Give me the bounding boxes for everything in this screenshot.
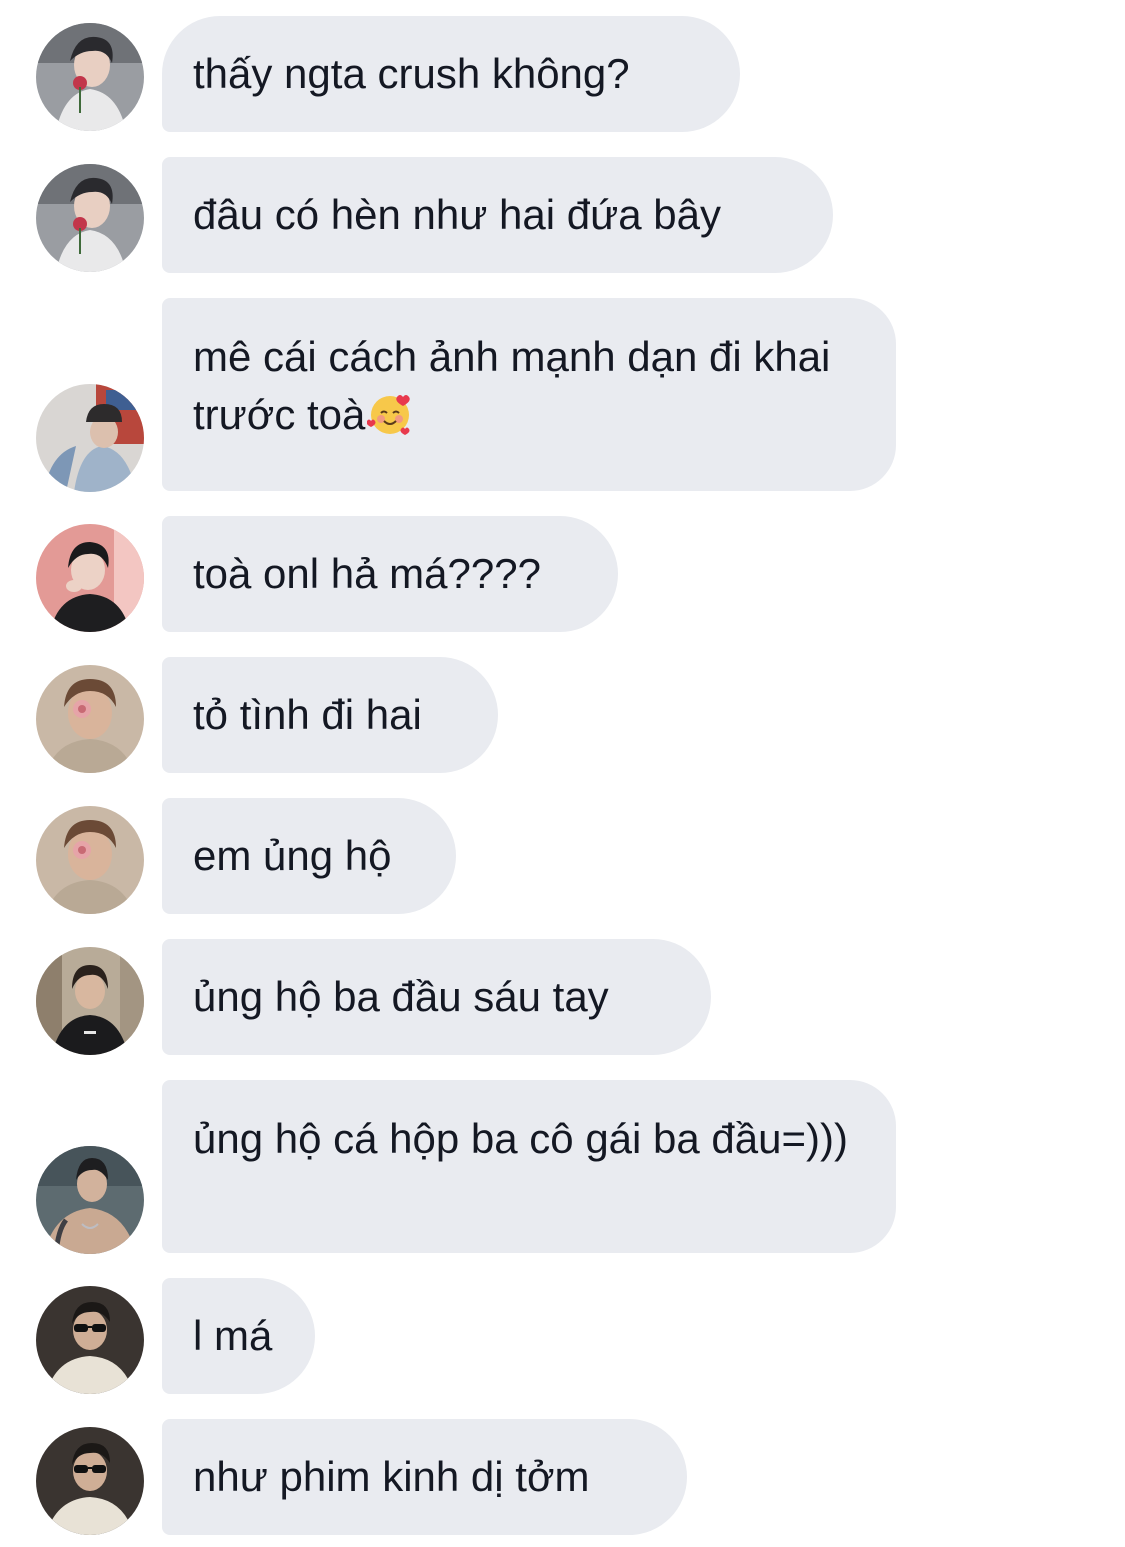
message-text: mê cái cách ảnh mạnh dạn đi khai trước t… — [193, 333, 831, 438]
message-text: đâu có hèn như hai đứa bây — [193, 191, 721, 238]
avatar-boy-flower-face-icon[interactable] — [36, 806, 144, 914]
avatar-boy-sunglasses-icon[interactable] — [36, 1286, 144, 1394]
avatar-boy-rose-icon[interactable] — [36, 164, 144, 272]
message-bubble[interactable]: tỏ tình đi hai — [162, 657, 498, 773]
avatar-boy-tattoo-icon[interactable] — [36, 1146, 144, 1254]
message-text: thấy ngta crush không? — [193, 50, 630, 97]
message-bubble[interactable]: mê cái cách ảnh mạnh dạn đi khai trước t… — [162, 298, 896, 491]
message-text: toà onl hả má???? — [193, 550, 541, 597]
avatar-boy-cap-icon[interactable] — [36, 384, 144, 492]
avatar-boy-rose-icon[interactable] — [36, 23, 144, 131]
smiling-face-with-hearts-icon — [367, 395, 411, 435]
chat-thread: thấy ngta crush không? đâu có hèn như ha… — [0, 0, 1125, 1547]
message-text: ủng hộ cá hộp ba cô gái ba đầu=))) — [193, 1115, 848, 1162]
message-text: ủng hộ ba đầu sáu tay — [193, 973, 609, 1020]
message-bubble[interactable]: l má — [162, 1278, 315, 1394]
message-text: tỏ tình đi hai — [193, 691, 422, 738]
message-text: em ủng hộ — [193, 832, 392, 879]
avatar-boy-pink-wall-icon[interactable] — [36, 524, 144, 632]
message-bubble[interactable]: như phim kinh dị tởm — [162, 1419, 687, 1535]
message-bubble[interactable]: ủng hộ ba đầu sáu tay — [162, 939, 711, 1055]
avatar-boy-black-shirt-icon[interactable] — [36, 947, 144, 1055]
message-text: l má — [193, 1312, 273, 1359]
avatar-boy-sunglasses-icon[interactable] — [36, 1427, 144, 1535]
message-bubble[interactable]: em ủng hộ — [162, 798, 456, 914]
message-bubble[interactable]: thấy ngta crush không? — [162, 16, 740, 132]
avatar-boy-flower-face-icon[interactable] — [36, 665, 144, 773]
message-bubble[interactable]: ủng hộ cá hộp ba cô gái ba đầu=))) — [162, 1080, 896, 1253]
message-bubble[interactable]: đâu có hèn như hai đứa bây — [162, 157, 833, 273]
message-text: như phim kinh dị tởm — [193, 1453, 590, 1500]
message-bubble[interactable]: toà onl hả má???? — [162, 516, 618, 632]
